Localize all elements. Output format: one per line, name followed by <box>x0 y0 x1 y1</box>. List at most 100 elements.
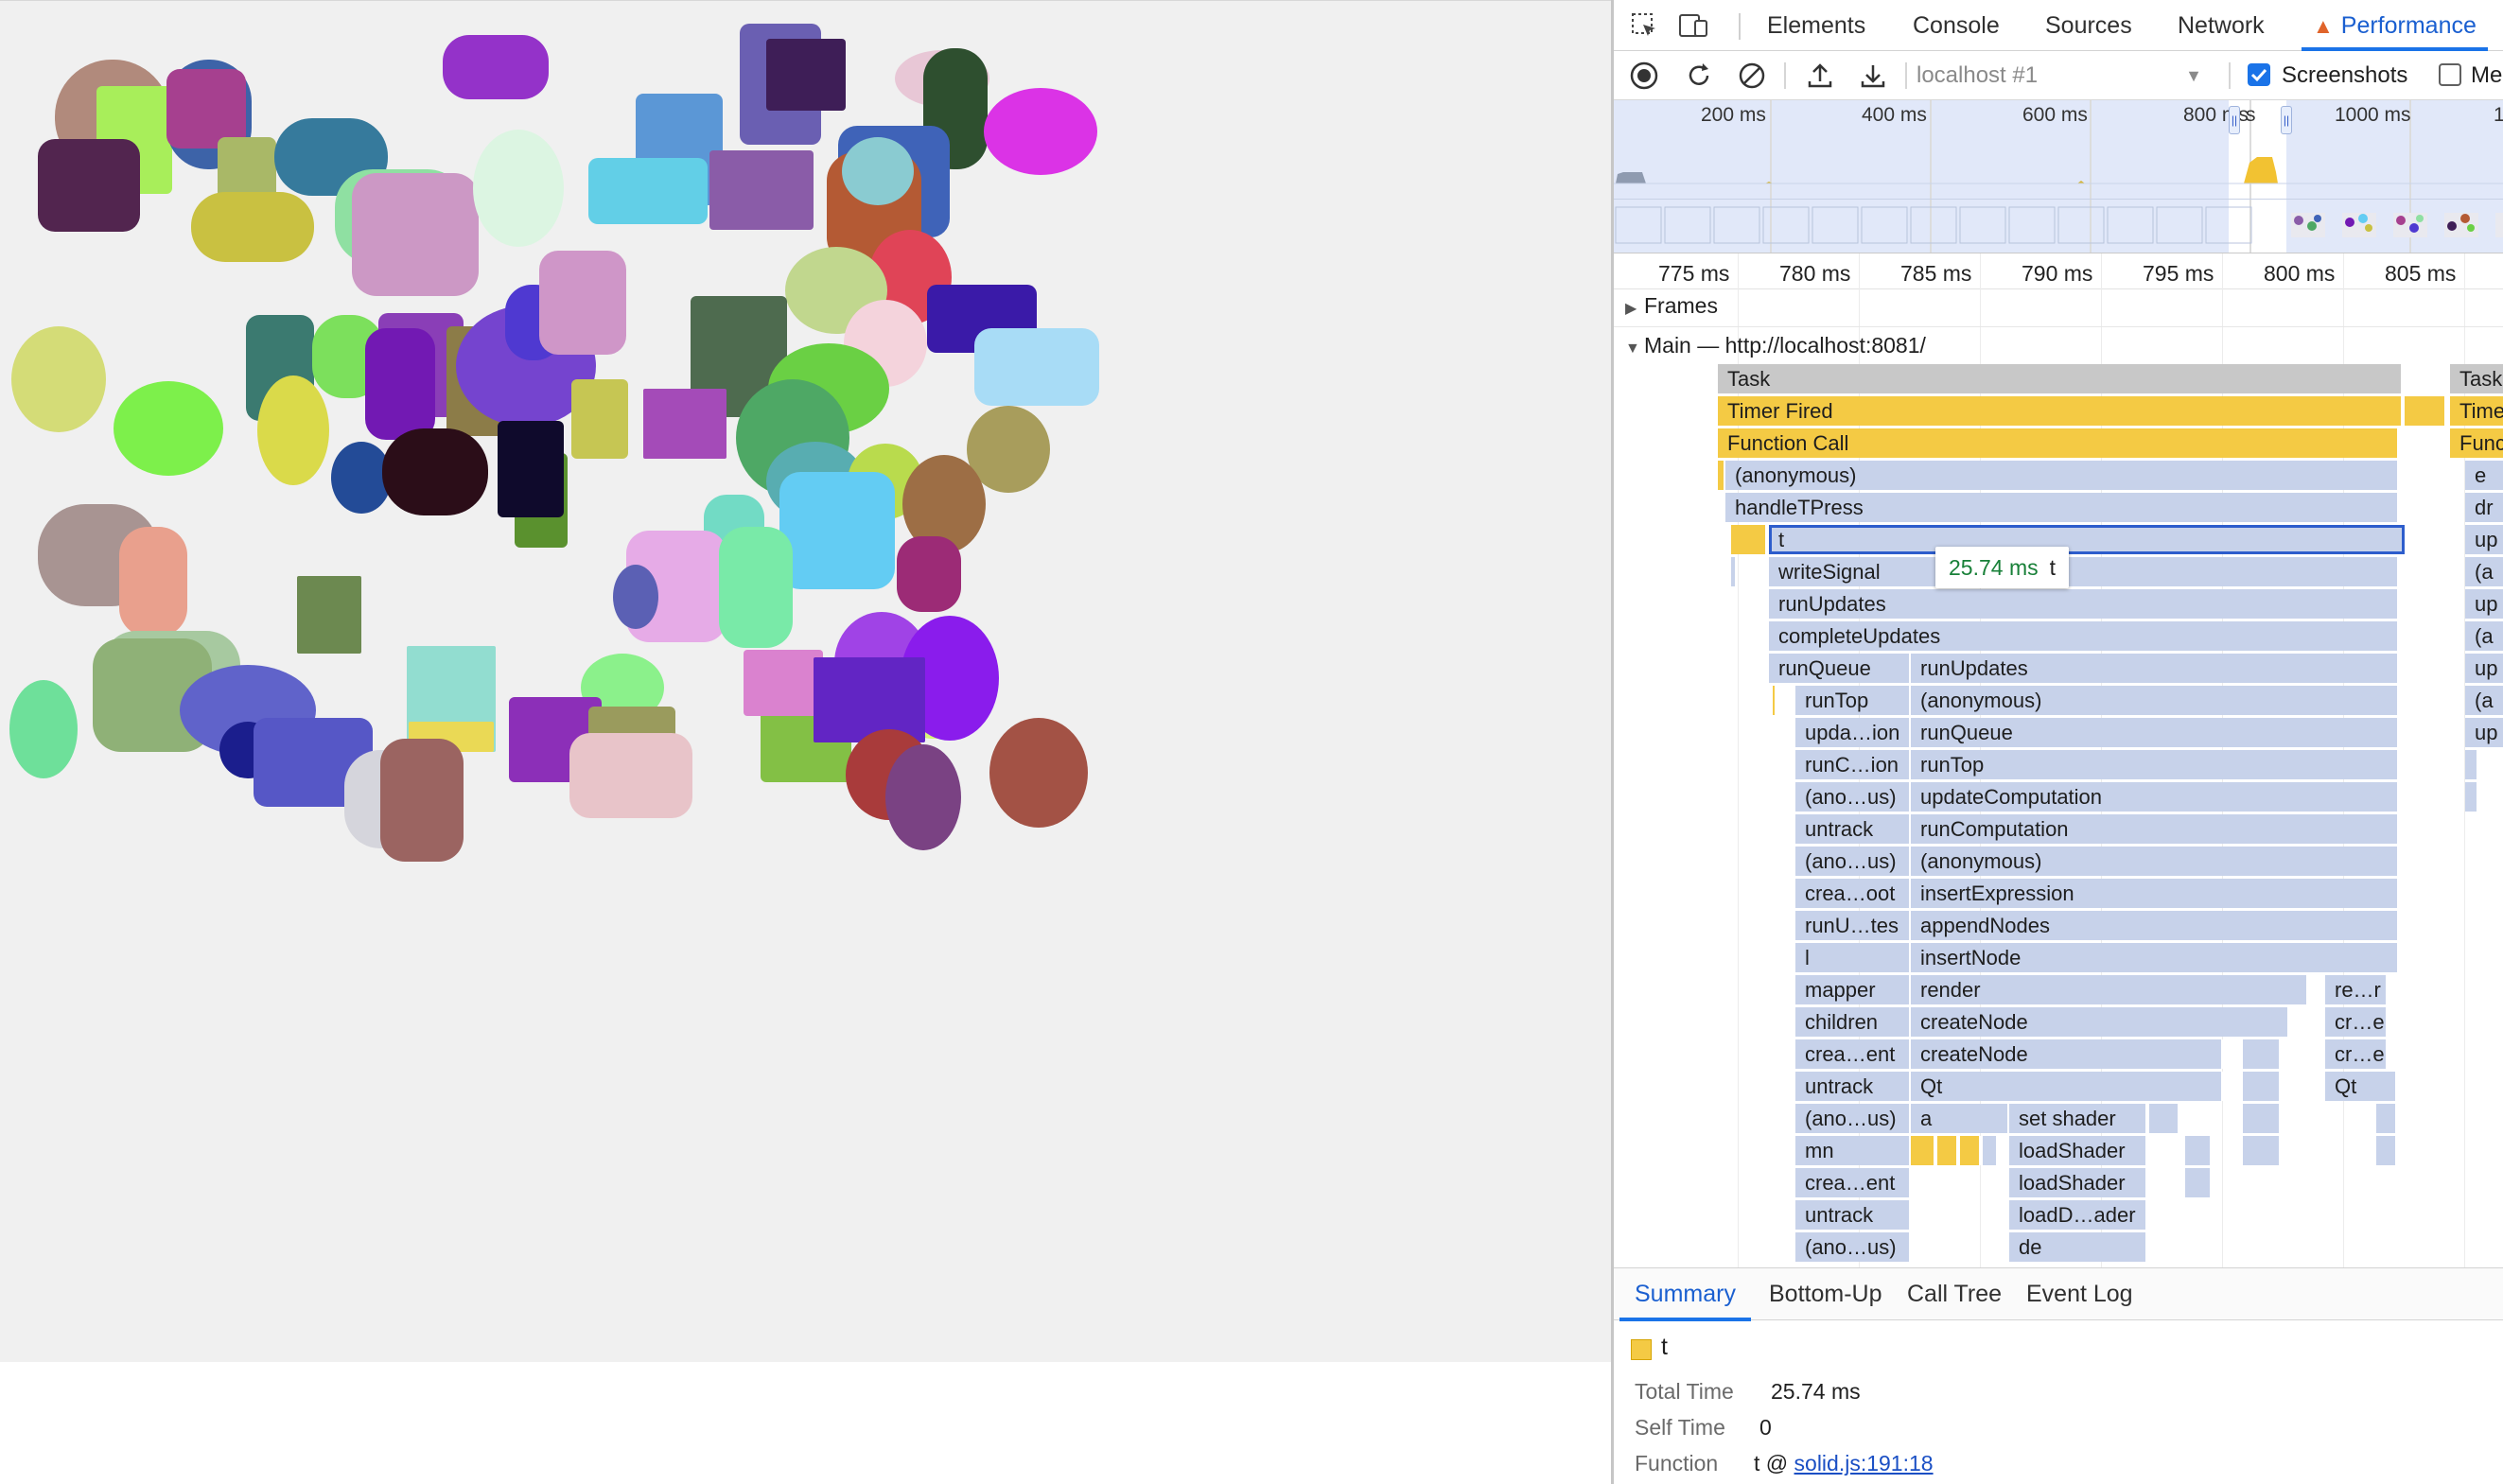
flame-entry-small[interactable] <box>2243 1039 2281 1069</box>
flame-entry[interactable]: Qt <box>2325 1072 2397 1101</box>
flame-entry[interactable]: (ano…us) <box>1795 1104 1911 1133</box>
flame-entry[interactable]: loadShader <box>2009 1168 2147 1197</box>
flame-entry[interactable]: runComputation <box>1911 814 2399 844</box>
overview-selection-handle-left[interactable]: || <box>2229 106 2240 134</box>
overview-selection-handle-right[interactable]: || <box>2281 106 2292 134</box>
flame-entry-small[interactable] <box>2405 396 2446 426</box>
flame-entry[interactable]: (ano…us) <box>1795 782 1911 812</box>
flame-entry[interactable]: (a <box>2465 686 2503 715</box>
flame-entry-small[interactable] <box>2243 1136 2281 1165</box>
flame-entry[interactable]: re…r <box>2325 975 2388 1004</box>
flame-entry[interactable]: Task <box>1718 364 2403 393</box>
record-icon[interactable] <box>1627 60 1661 92</box>
flame-entry[interactable]: mn <box>1795 1136 1911 1165</box>
flame-entry-small[interactable] <box>1773 686 1777 715</box>
flame-entry[interactable]: runQueue <box>1769 654 1911 683</box>
flame-entry-small[interactable] <box>2185 1136 2212 1165</box>
flame-entry-small[interactable] <box>2243 1104 2281 1133</box>
flame-entry[interactable]: (a <box>2465 621 2503 651</box>
device-toolbar-icon[interactable] <box>1676 11 1710 40</box>
target-select[interactable]: localhost #1 ▼ <box>1917 60 2210 92</box>
upload-icon[interactable] <box>1803 60 1837 92</box>
flame-entry[interactable]: cr…e <box>2325 1007 2388 1037</box>
download-icon[interactable] <box>1856 60 1890 92</box>
flame-entry[interactable]: (anonymous) <box>1911 686 2399 715</box>
tab-call-tree[interactable]: Call Tree <box>1892 1268 2017 1321</box>
flame-entry-small[interactable] <box>1731 557 1737 586</box>
flame-entry[interactable]: createNode <box>1911 1039 2223 1069</box>
reload-record-icon[interactable] <box>1682 60 1716 92</box>
flame-entry-small[interactable] <box>1983 1136 1998 1165</box>
timeline-overview[interactable]: 200 ms 400 ms 600 ms 800 ms s 1000 ms 1 … <box>1614 100 2503 253</box>
flame-entry[interactable]: up <box>2465 718 2503 747</box>
tab-bottom-up[interactable]: Bottom-Up <box>1754 1268 1897 1321</box>
flame-entry-small[interactable] <box>1718 461 1725 490</box>
flame-entry[interactable]: createNode <box>1911 1007 2289 1037</box>
flame-entry[interactable]: insertNode <box>1911 943 2399 972</box>
memory-checkbox[interactable] <box>2439 63 2461 86</box>
flame-entry-small[interactable] <box>2376 1104 2397 1133</box>
flame-entry-small[interactable] <box>1731 525 1767 554</box>
flame-entry[interactable]: Qt <box>1911 1072 2223 1101</box>
flame-entry-selected[interactable]: t <box>1769 525 2405 554</box>
flame-entry[interactable]: (anonymous) <box>1911 847 2399 876</box>
flame-entry-small[interactable] <box>2185 1168 2212 1197</box>
flame-entry[interactable]: loadD…ader <box>2009 1200 2147 1230</box>
flame-entry-small[interactable] <box>2149 1104 2179 1133</box>
flame-entry[interactable]: a <box>1911 1104 2009 1133</box>
flame-entry[interactable]: e <box>2465 461 2503 490</box>
flame-entry[interactable]: de <box>2009 1232 2147 1262</box>
flame-entry[interactable]: untrack <box>1795 814 1911 844</box>
flame-entry[interactable]: l <box>1795 943 1911 972</box>
flame-entry[interactable]: upda…ion <box>1795 718 1911 747</box>
flame-entry[interactable]: Funct <box>2450 428 2503 458</box>
flame-entry-small[interactable] <box>2243 1072 2281 1101</box>
flame-entry[interactable]: updateComputation <box>1911 782 2399 812</box>
flame-entry[interactable]: children <box>1795 1007 1911 1037</box>
flame-entry-small[interactable] <box>2465 750 2478 779</box>
flame-entry[interactable]: crea…ent <box>1795 1168 1911 1197</box>
flame-entry[interactable]: insertExpression <box>1911 879 2399 908</box>
flame-entry[interactable]: appendNodes <box>1911 911 2399 940</box>
clear-icon[interactable] <box>1735 60 1769 92</box>
function-source-link[interactable]: solid.js:191:18 <box>1794 1451 1934 1475</box>
flame-entry[interactable]: crea…ent <box>1795 1039 1911 1069</box>
flame-entry[interactable]: (a <box>2465 557 2503 586</box>
flame-entry[interactable]: up <box>2465 589 2503 619</box>
flame-entry[interactable]: loadShader <box>2009 1136 2147 1165</box>
flame-chart[interactable]: Task Timer Fired Function Call (anonymou… <box>1614 360 2503 1267</box>
flame-entry-small[interactable] <box>1937 1136 1958 1165</box>
flame-entry[interactable]: Timer Fired <box>1718 396 2403 426</box>
flame-entry[interactable]: render <box>1911 975 2308 1004</box>
tab-event-log[interactable]: Event Log <box>2011 1268 2148 1321</box>
flame-entry[interactable]: runUpdates <box>1769 589 2399 619</box>
main-track-header[interactable]: ▼ Main — http://localhost:8081/ <box>1625 333 1926 358</box>
flame-entry[interactable]: (ano…us) <box>1795 1232 1911 1262</box>
flame-entry[interactable]: mapper <box>1795 975 1911 1004</box>
flame-entry[interactable]: Function Call <box>1718 428 2399 458</box>
shapes-canvas[interactable] <box>0 0 1611 1362</box>
flame-entry[interactable]: runTop <box>1795 686 1911 715</box>
tab-performance[interactable]: ▲ Performance <box>2302 0 2488 51</box>
flame-entry[interactable]: runC…ion <box>1795 750 1911 779</box>
tab-network[interactable]: Network <box>2178 0 2265 51</box>
tab-elements[interactable]: Elements <box>1767 0 1865 51</box>
flame-entry[interactable]: completeUpdates <box>1769 621 2399 651</box>
flame-entry[interactable]: runTop <box>1911 750 2399 779</box>
flame-entry[interactable]: runUpdates <box>1911 654 2399 683</box>
tab-sources[interactable]: Sources <box>2045 0 2132 51</box>
flame-entry[interactable]: Task <box>2450 364 2503 393</box>
flame-entry[interactable]: handleTPress <box>1725 493 2399 522</box>
flame-entry[interactable]: untrack <box>1795 1072 1911 1101</box>
flame-entry[interactable]: up <box>2465 525 2503 554</box>
flame-entry-small[interactable] <box>2376 1136 2397 1165</box>
flame-entry[interactable]: untrack <box>1795 1200 1911 1230</box>
flame-entry[interactable]: up <box>2465 654 2503 683</box>
flame-entry-small[interactable] <box>2465 782 2478 812</box>
inspect-element-icon[interactable] <box>1627 11 1661 40</box>
flame-entry-small[interactable] <box>1911 1136 1935 1165</box>
flame-entry[interactable]: writeSignal <box>1769 557 2399 586</box>
frames-track-header[interactable]: ▶ Frames <box>1625 293 1718 319</box>
flame-entry[interactable]: (anonymous) <box>1725 461 2399 490</box>
tab-console[interactable]: Console <box>1913 0 2000 51</box>
